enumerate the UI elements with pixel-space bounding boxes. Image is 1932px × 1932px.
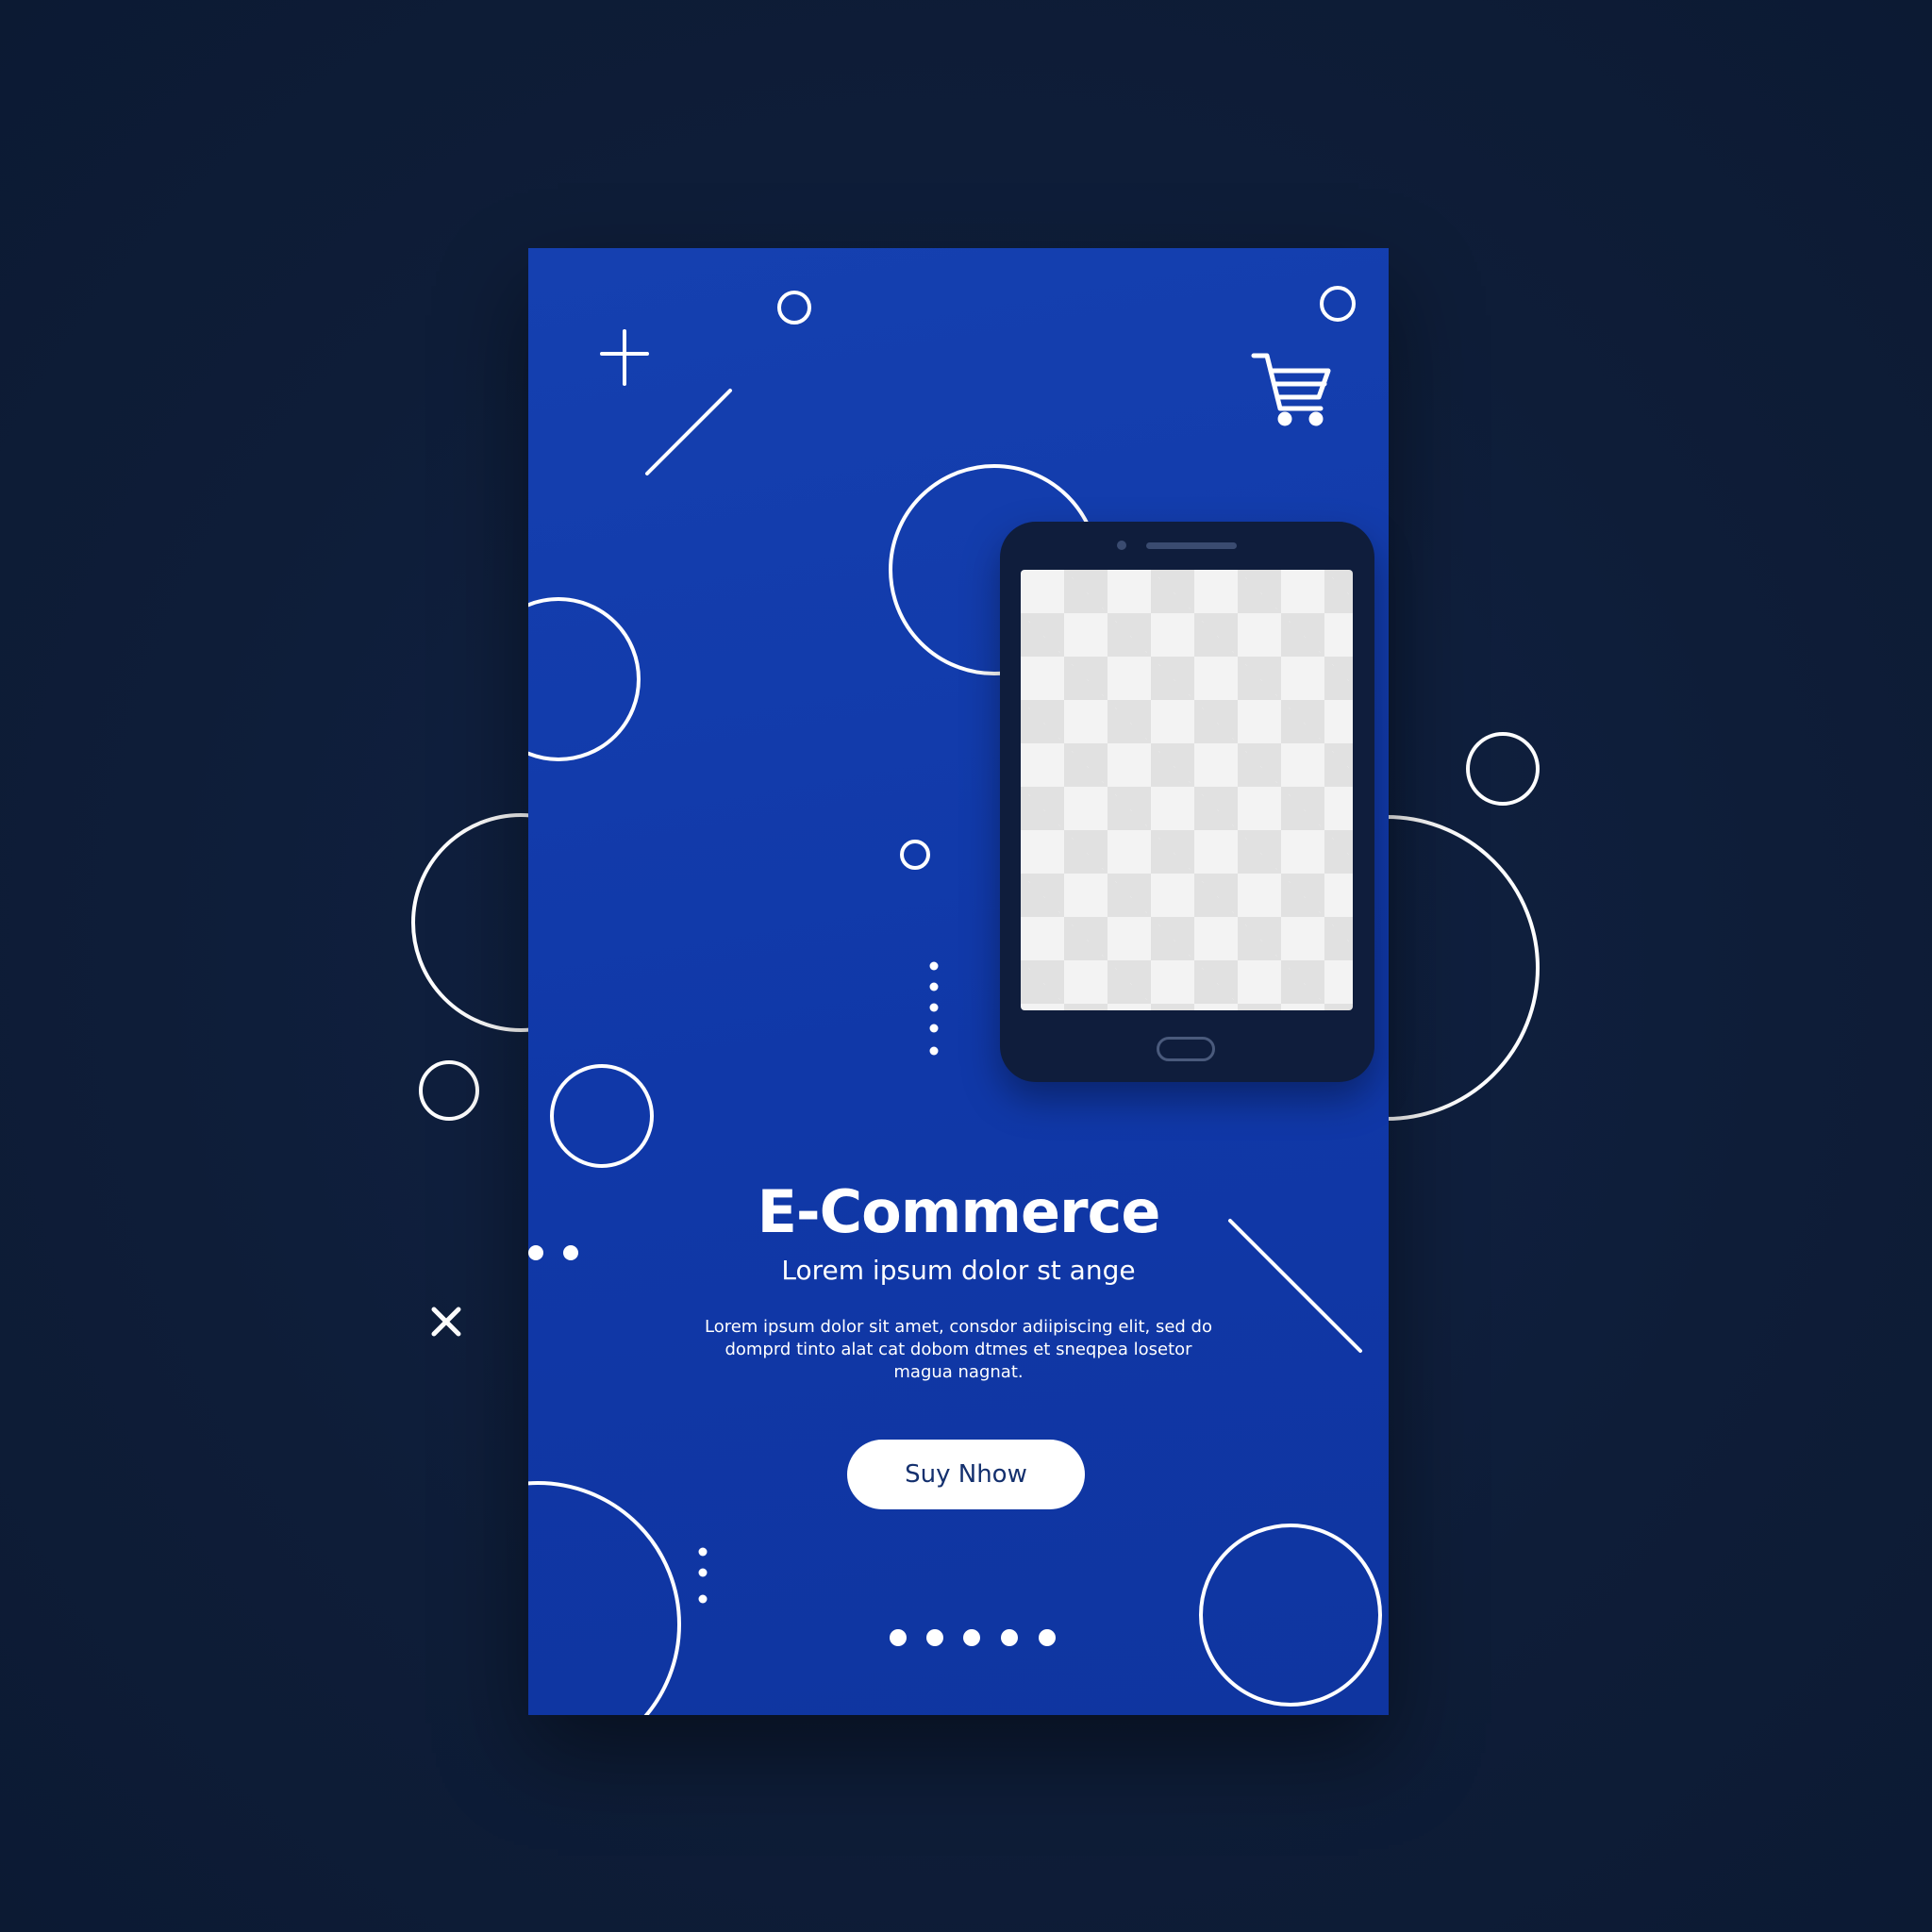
outline-circle-left-small [419,1060,479,1121]
canvas: E-Commerce Lorem ipsum dolor st ange Lor… [0,0,1932,1932]
diagonal-line-top [645,389,732,475]
vertical-dots-bottom [698,1547,708,1604]
close-icon [431,1307,461,1337]
buy-now-button[interactable]: Suy Nhow [847,1440,1085,1509]
shopping-cart-icon [1251,353,1331,426]
vertical-dots-mid [929,961,939,1056]
plus-icon [600,329,649,386]
outline-circle-left-edge [528,597,641,761]
outline-circle-bottom-right [1199,1524,1382,1707]
banner-title: E-Commerce [757,1177,1161,1246]
outline-circle-right-small [1466,732,1540,806]
outline-circle-left-mid [550,1064,654,1168]
small-circle-top [777,291,811,325]
pagination-dots [890,1629,1056,1646]
phone-home-button [1157,1037,1215,1061]
phone-camera [1117,541,1126,550]
smartphone-mockup [1000,522,1374,1082]
banner-body-text: Lorem ipsum dolor sit amet, consdor adii… [705,1317,1212,1382]
small-circle-top-right [1320,286,1356,322]
outline-circle-bottom-left [528,1481,681,1715]
small-circle-mid [900,840,930,870]
phone-speaker [1146,542,1237,549]
phone-screen-placeholder [1021,570,1353,1010]
banner-subtitle: Lorem ipsum dolor st ange [781,1255,1136,1286]
